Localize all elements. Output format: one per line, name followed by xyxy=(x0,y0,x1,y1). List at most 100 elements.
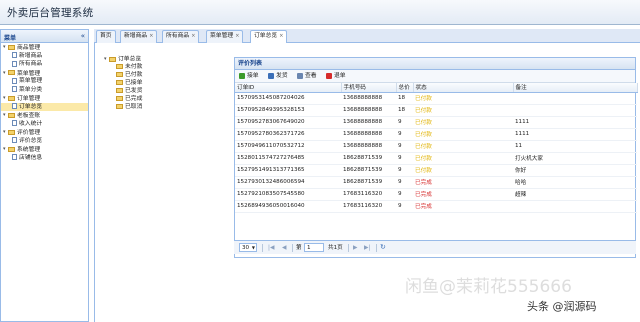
table-row[interactable]: 1527921083507545580 17683116320 9 已完成 超辣 xyxy=(235,188,637,201)
table-row[interactable]: 1528011574727276485 18628871539 9 已付款 打火机大家 xyxy=(235,152,637,165)
pager-separator xyxy=(376,244,377,252)
cell-phone: 13688888888 xyxy=(341,128,396,141)
cell-total: 18 xyxy=(396,104,413,117)
page-icon xyxy=(12,52,17,58)
page-size-select[interactable]: 30 ▼ xyxy=(239,243,257,252)
first-page-icon[interactable]: |◀ xyxy=(268,244,274,252)
cell-id: 1570949611070532712 xyxy=(235,140,341,153)
user-icon xyxy=(268,72,274,79)
table-row[interactable]: 1527930132486006594 18628871539 9 已完成 哈哈 xyxy=(235,176,637,189)
folder-icon xyxy=(8,95,15,101)
sidebar-title: 菜单 xyxy=(4,35,17,42)
sidebar-item[interactable]: 菜单管理 xyxy=(1,77,88,86)
sidebar-item-label: 菜单管理 xyxy=(17,70,41,77)
folder-icon xyxy=(116,96,123,101)
column-header[interactable]: 手机号码 xyxy=(341,83,397,93)
sidebar-item[interactable]: 收入统计 xyxy=(1,120,88,129)
sidebar-group[interactable]: ▾ 老板查账 xyxy=(1,111,88,120)
column-header[interactable]: 备注 xyxy=(513,83,638,93)
sidebar-item-label: 评价管理 xyxy=(17,129,41,136)
pager-separator xyxy=(348,244,349,252)
folder-icon xyxy=(8,146,15,152)
folder-icon xyxy=(8,70,15,76)
cell-status: 已付款 xyxy=(413,152,513,165)
order-tree-item[interactable]: 已接单 xyxy=(104,79,142,87)
tab-2[interactable]: 所有商品 × xyxy=(162,30,200,43)
order-tree-item[interactable]: 已取消 xyxy=(104,103,142,111)
column-header[interactable]: 状态 xyxy=(413,83,514,93)
next-page-icon[interactable]: ▶ xyxy=(353,244,357,252)
table-row[interactable]: 1570952780362371726 13688888888 9 已付款 1111 xyxy=(235,128,637,141)
tab-0[interactable]: 首页 xyxy=(96,30,116,43)
column-header[interactable]: 总价 xyxy=(396,83,414,93)
order-tree-item[interactable]: 已发货 xyxy=(104,87,142,95)
order-tree-item-label: 已完成 xyxy=(125,96,143,102)
table-row[interactable]: 1570952783067649020 13688888888 9 已付款 1111 xyxy=(235,116,637,129)
collapse-icon[interactable]: « xyxy=(81,32,85,40)
close-icon[interactable]: × xyxy=(235,33,239,39)
folder-icon xyxy=(8,129,15,135)
chevron-down-icon: ▼ xyxy=(251,245,255,250)
sidebar-group[interactable]: ▾ 系统管理 xyxy=(1,145,88,154)
sidebar-item[interactable]: 所有商品 xyxy=(1,60,88,69)
cell-total: 9 xyxy=(396,140,413,153)
sidebar-item-label: 店铺信息 xyxy=(19,154,43,161)
cell-phone: 17683116320 xyxy=(341,200,396,213)
pagination-bar: 30 ▼ |◀ ◀ 第 1 共1页 ▶ ▶| ↻ xyxy=(234,240,636,254)
table-row[interactable]: 1570949611070532712 13688888888 9 已付款 11 xyxy=(235,140,637,153)
page-icon xyxy=(12,120,17,126)
page-icon xyxy=(12,60,17,67)
cell-phone: 18628871539 xyxy=(341,176,396,189)
folder-icon xyxy=(116,88,123,93)
last-page-icon[interactable]: ▶| xyxy=(364,244,370,252)
sidebar-item[interactable]: 评价总览 xyxy=(1,137,88,146)
cell-id: 1527951491313771365 xyxy=(235,164,341,177)
sidebar-item[interactable]: 菜单分类 xyxy=(1,86,88,95)
cell-status: 已付款 xyxy=(413,104,513,117)
order-tree-item-label: 未付款 xyxy=(125,64,143,70)
order-status-tree: ▾ 订单总览 未付款 已付款 已接单 已发货 已完成 已取消 xyxy=(104,55,142,111)
tab-label: 订单总览 xyxy=(254,33,278,39)
table-row[interactable]: 1570952849395328153 13688888888 18 已付款 xyxy=(235,104,637,117)
cell-note xyxy=(513,104,637,117)
table-row[interactable]: 1527951491313771365 18628871539 9 已付款 你好 xyxy=(235,164,637,177)
table-row[interactable]: 1570953145087204026 13688888888 18 已付款 xyxy=(235,92,637,105)
cell-phone: 13688888888 xyxy=(341,140,396,153)
watermark-center: 闲鱼@茉莉花555666 xyxy=(405,277,572,297)
toolbar-button-1[interactable]: 发货 xyxy=(268,72,288,81)
cell-note: 哈哈 xyxy=(513,176,637,189)
cell-id: 1570952783067649020 xyxy=(235,116,341,129)
order-tree-root[interactable]: ▾ 订单总览 xyxy=(104,55,142,63)
toolbar-button-3[interactable]: 退单 xyxy=(326,72,346,81)
order-tree-item[interactable]: 已付款 xyxy=(104,71,142,79)
tab-4[interactable]: 订单总览 × xyxy=(250,30,288,44)
page-number-input[interactable]: 1 xyxy=(304,243,324,252)
toolbar-button-0[interactable]: 接单 xyxy=(239,72,259,81)
tab-3[interactable]: 菜单管理 × xyxy=(206,30,244,43)
close-icon[interactable]: × xyxy=(279,33,283,39)
cell-note: 11 xyxy=(513,140,637,153)
column-header[interactable]: 订单ID xyxy=(235,83,342,93)
cell-status: 已付款 xyxy=(413,128,513,141)
order-tree-item[interactable]: 未付款 xyxy=(104,63,142,71)
panel-toolbar: 接单 发货 查看 退单 xyxy=(235,70,635,83)
sidebar-group[interactable]: ▾ 商品管理 xyxy=(1,43,88,52)
sidebar-group[interactable]: ▾ 评价管理 xyxy=(1,128,88,137)
refresh-icon[interactable]: ↻ xyxy=(380,243,386,251)
sidebar-item[interactable]: 店铺信息 xyxy=(1,154,88,163)
order-tree-item[interactable]: 已完成 xyxy=(104,95,142,103)
sidebar-group[interactable]: ▾ 订单管理 xyxy=(1,94,88,103)
toolbar-button-2[interactable]: 查看 xyxy=(297,72,317,81)
close-icon[interactable]: × xyxy=(191,33,195,39)
tab-1[interactable]: 新增商品 × xyxy=(120,30,158,43)
table-row[interactable]: 1526894936050016040 17683116320 9 已完成 xyxy=(235,200,637,213)
sidebar-item[interactable]: 新增商品 xyxy=(1,52,88,61)
page-icon xyxy=(12,103,17,109)
close-icon[interactable]: × xyxy=(149,33,153,39)
order-panel: 评价列表 接单 发货 查看 退单 订单ID 手机号码 总价 状态 备注 15709531450… xyxy=(234,57,638,258)
sidebar-group[interactable]: ▾ 菜单管理 xyxy=(1,69,88,78)
cell-id: 1570952780362371726 xyxy=(235,128,341,141)
prev-page-icon[interactable]: ◀ xyxy=(282,244,286,252)
app-titlebar: 外卖后台管理系统 xyxy=(0,0,640,25)
sidebar-item[interactable]: 订单总览 xyxy=(1,102,88,111)
